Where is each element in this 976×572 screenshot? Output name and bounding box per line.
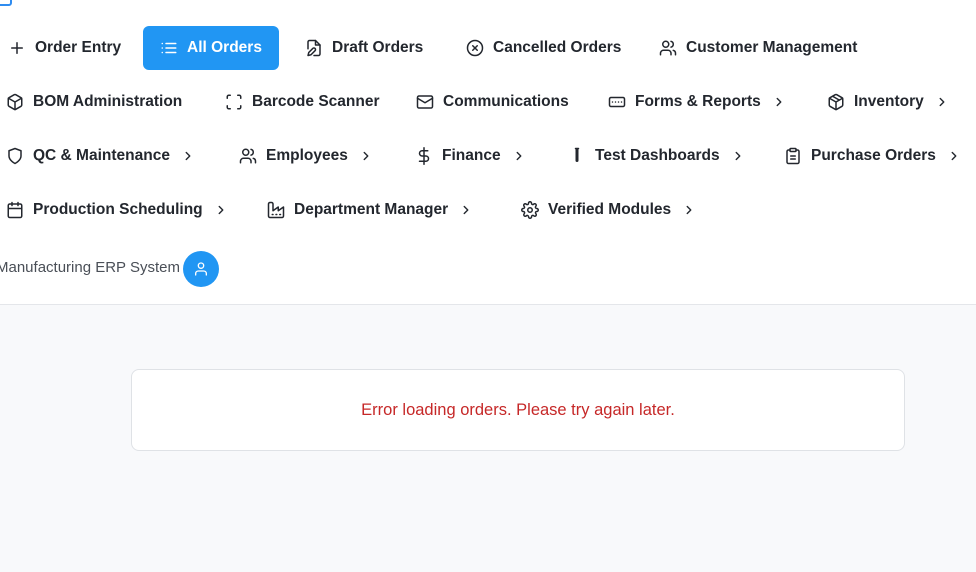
nav-label: Cancelled Orders	[493, 39, 622, 56]
clipboard-icon	[784, 147, 802, 165]
chevron-right-icon	[682, 203, 696, 217]
x-circle-icon	[466, 39, 484, 57]
chevron-right-icon	[181, 149, 195, 163]
factory-icon	[267, 201, 285, 219]
chevron-right-icon	[772, 95, 786, 109]
nav-item-cancelled-orders[interactable]: Cancelled Orders	[466, 26, 621, 70]
box-icon	[6, 93, 24, 111]
error-message: Error loading orders. Please try again l…	[361, 400, 675, 419]
nav-item-finance[interactable]: Finance	[415, 134, 526, 178]
error-card: Error loading orders. Please try again l…	[131, 369, 905, 451]
chevron-right-icon	[214, 203, 228, 217]
nav-item-employees[interactable]: Employees	[239, 134, 373, 178]
plus-icon	[8, 39, 26, 57]
users-icon	[659, 39, 677, 57]
nav-label: QC & Maintenance	[33, 147, 170, 164]
chevron-right-icon	[459, 203, 473, 217]
test-tube-icon	[568, 147, 586, 165]
nav-item-qc-maintenance[interactable]: QC & Maintenance	[6, 134, 195, 178]
nav-label: Production Scheduling	[33, 201, 203, 218]
file-edit-icon	[305, 39, 323, 57]
shield-icon	[6, 147, 24, 165]
nav-label: Customer Management	[686, 39, 858, 56]
nav-label: Purchase Orders	[811, 147, 936, 164]
chevron-right-icon	[947, 149, 961, 163]
user-avatar-button[interactable]	[183, 251, 219, 287]
nav-item-bom-administration[interactable]: BOM Administration	[6, 80, 182, 124]
dollar-icon	[415, 147, 433, 165]
nav-item-production-scheduling[interactable]: Production Scheduling	[6, 188, 228, 232]
nav-label: Verified Modules	[548, 201, 672, 218]
nav-item-draft-orders[interactable]: Draft Orders	[305, 26, 423, 70]
nav-item-test-dashboards[interactable]: Test Dashboards	[568, 134, 745, 178]
nav-item-verified-modules[interactable]: Verified Modules	[521, 188, 696, 232]
nav-label: Order Entry	[35, 39, 122, 56]
chevron-right-icon	[935, 95, 949, 109]
nav-label: BOM Administration	[33, 93, 183, 110]
nav-label: Department Manager	[294, 201, 449, 218]
nav-item-order-entry[interactable]: Order Entry	[8, 26, 121, 70]
scan-icon	[225, 93, 243, 111]
nav-label: Test Dashboards	[595, 147, 720, 164]
nav-item-department-manager[interactable]: Department Manager	[267, 188, 473, 232]
nav-item-barcode-scanner[interactable]: Barcode Scanner	[225, 80, 380, 124]
nav-label: All Orders	[187, 39, 262, 56]
gear-icon	[521, 201, 539, 219]
nav-item-customer-management[interactable]: Customer Management	[659, 26, 857, 70]
logo-fragment-icon	[0, 0, 12, 6]
chevron-right-icon	[512, 149, 526, 163]
chevron-right-icon	[359, 149, 373, 163]
users-icon	[239, 147, 257, 165]
nav-item-inventory[interactable]: Inventory	[827, 80, 949, 124]
mail-icon	[416, 93, 434, 111]
user-icon	[193, 261, 209, 277]
nav-item-purchase-orders[interactable]: Purchase Orders	[784, 134, 961, 178]
nav-item-all-orders[interactable]: All Orders	[143, 26, 279, 70]
nav-label: Employees	[266, 147, 348, 164]
top-navigation-bar: Order Entry All Orders Draft Orders Canc…	[0, 0, 976, 305]
list-icon	[160, 39, 178, 57]
calendar-icon	[6, 201, 24, 219]
nav-label: Inventory	[854, 93, 924, 110]
app-title: Manufacturing ERP System	[0, 259, 180, 276]
nav-label: Forms & Reports	[635, 93, 761, 110]
nav-label: Barcode Scanner	[252, 93, 380, 110]
nav-label: Finance	[442, 147, 501, 164]
nav-label: Communications	[443, 93, 569, 110]
nav-label: Draft Orders	[332, 39, 424, 56]
nav-item-communications[interactable]: Communications	[416, 80, 569, 124]
nav-item-forms-reports[interactable]: Forms & Reports	[608, 80, 786, 124]
package-icon	[827, 93, 845, 111]
form-icon	[608, 93, 626, 111]
chevron-right-icon	[731, 149, 745, 163]
